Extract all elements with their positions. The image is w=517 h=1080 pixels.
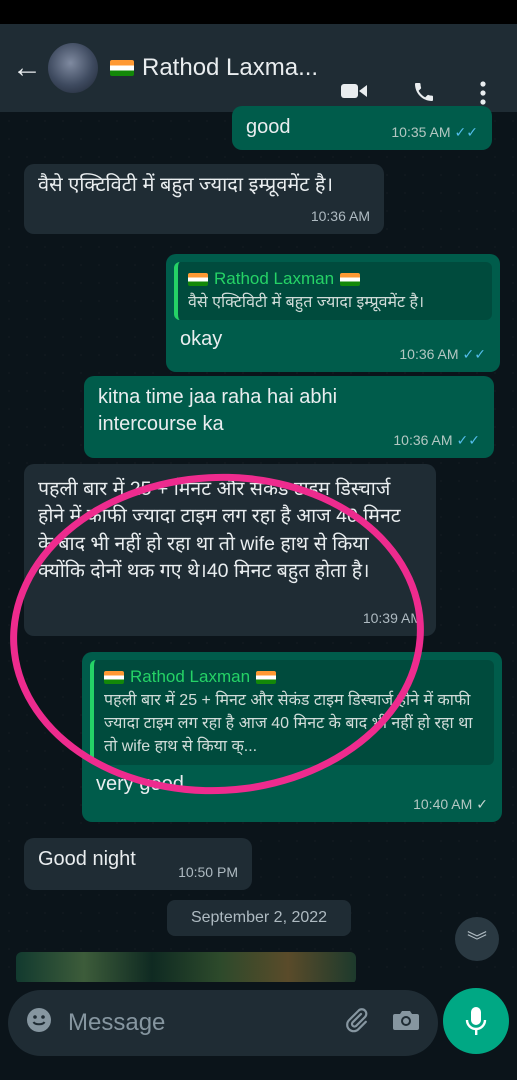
message-time: 10:36 AM ✓✓ bbox=[399, 346, 486, 363]
message-bubble-outgoing[interactable]: good 10:35 AM ✓✓ bbox=[232, 106, 492, 150]
message-bubble-incoming[interactable]: Good night 10:50 PM bbox=[24, 838, 252, 890]
chevron-double-down-icon: ︾ bbox=[467, 930, 487, 953]
quoted-sender-name: Rathod Laxman bbox=[214, 269, 335, 288]
message-text: kitna time jaa raha hai abhi intercourse… bbox=[98, 386, 338, 435]
message-bubble-outgoing[interactable]: kitna time jaa raha hai abhi intercourse… bbox=[84, 376, 494, 458]
paperclip-icon[interactable] bbox=[344, 1007, 370, 1040]
message-time: 10:39 AM bbox=[362, 610, 422, 627]
message-text: पहली बार में 25 + मिनट और सेकंड टाइम डिस… bbox=[38, 478, 401, 582]
read-ticks-icon: ✓✓ bbox=[456, 432, 480, 449]
india-flag-icon bbox=[256, 670, 277, 684]
quoted-sender: Rathod Laxman bbox=[104, 666, 484, 689]
message-time: 10:50 PM bbox=[178, 864, 238, 881]
chat-header: ← Rathod Laxma... bbox=[0, 24, 517, 112]
message-text: वैसे एक्टिविटी में बहुत ज्यादा इम्प्रूवम… bbox=[38, 174, 334, 196]
india-flag-icon bbox=[340, 272, 361, 286]
message-text: very good bbox=[96, 772, 184, 795]
message-bubble-outgoing-reply[interactable]: Rathod Laxman वैसे एक्टिविटी में बहुत ज्… bbox=[166, 254, 500, 372]
message-text: good bbox=[246, 116, 291, 138]
image-message-preview[interactable] bbox=[16, 952, 356, 984]
message-text: okay bbox=[180, 328, 223, 351]
india-flag-icon bbox=[104, 670, 124, 684]
arrow-left-icon[interactable]: ← bbox=[8, 51, 46, 85]
contact-name-text: Rathod Laxma... bbox=[142, 54, 319, 81]
chat-area[interactable]: good 10:35 AM ✓✓ वैसे एक्टिविटी में बहुत … bbox=[0, 106, 517, 984]
message-bubble-outgoing-reply[interactable]: Rathod Laxman पहली बार में 25 + मिनट और … bbox=[82, 652, 502, 822]
message-text: Good night bbox=[38, 848, 136, 870]
avatar[interactable] bbox=[48, 43, 98, 93]
message-input[interactable] bbox=[68, 1009, 298, 1037]
india-flag-icon bbox=[110, 60, 134, 76]
status-bar bbox=[0, 0, 517, 24]
camera-icon[interactable] bbox=[392, 1008, 420, 1039]
quoted-message[interactable]: Rathod Laxman वैसे एक्टिविटी में बहुत ज्… bbox=[174, 262, 492, 321]
microphone-button[interactable] bbox=[443, 988, 509, 1054]
quoted-text: वैसे एक्टिविटी में बहुत ज्यादा इम्प्रूवम… bbox=[188, 293, 425, 311]
read-ticks-icon: ✓✓ bbox=[462, 346, 486, 363]
message-bubble-incoming[interactable]: पहली बार में 25 + मिनट और सेकंड टाइम डिस… bbox=[24, 464, 436, 636]
india-flag-icon bbox=[188, 272, 208, 286]
message-composer[interactable] bbox=[8, 990, 438, 1056]
emoji-icon[interactable] bbox=[26, 1007, 52, 1040]
contact-name[interactable]: Rathod Laxma... bbox=[110, 54, 318, 82]
composer-bar bbox=[0, 982, 517, 1080]
delivered-tick-icon: ✓ bbox=[476, 796, 488, 813]
quoted-sender: Rathod Laxman bbox=[188, 268, 482, 291]
microphone-icon bbox=[465, 1007, 487, 1035]
message-time: 10:35 AM ✓✓ bbox=[391, 124, 478, 141]
video-call-icon[interactable] bbox=[340, 80, 368, 108]
quoted-message[interactable]: Rathod Laxman पहली बार में 25 + मिनट और … bbox=[90, 660, 494, 765]
scroll-to-bottom-button[interactable]: ︾ bbox=[455, 917, 499, 961]
message-bubble-incoming[interactable]: वैसे एक्टिविटी में बहुत ज्यादा इम्प्रूवम… bbox=[24, 164, 384, 234]
read-ticks-icon: ✓✓ bbox=[454, 124, 478, 141]
date-separator: September 2, 2022 bbox=[167, 900, 351, 936]
message-time: 10:36 AM bbox=[310, 208, 370, 225]
quoted-sender-name: Rathod Laxman bbox=[130, 667, 251, 686]
quoted-text: पहली बार में 25 + मिनट और सेकंड टाइम डिस… bbox=[104, 691, 473, 756]
message-time: 10:36 AM ✓✓ bbox=[393, 432, 480, 449]
message-time: 10:40 AM ✓ bbox=[413, 796, 488, 813]
